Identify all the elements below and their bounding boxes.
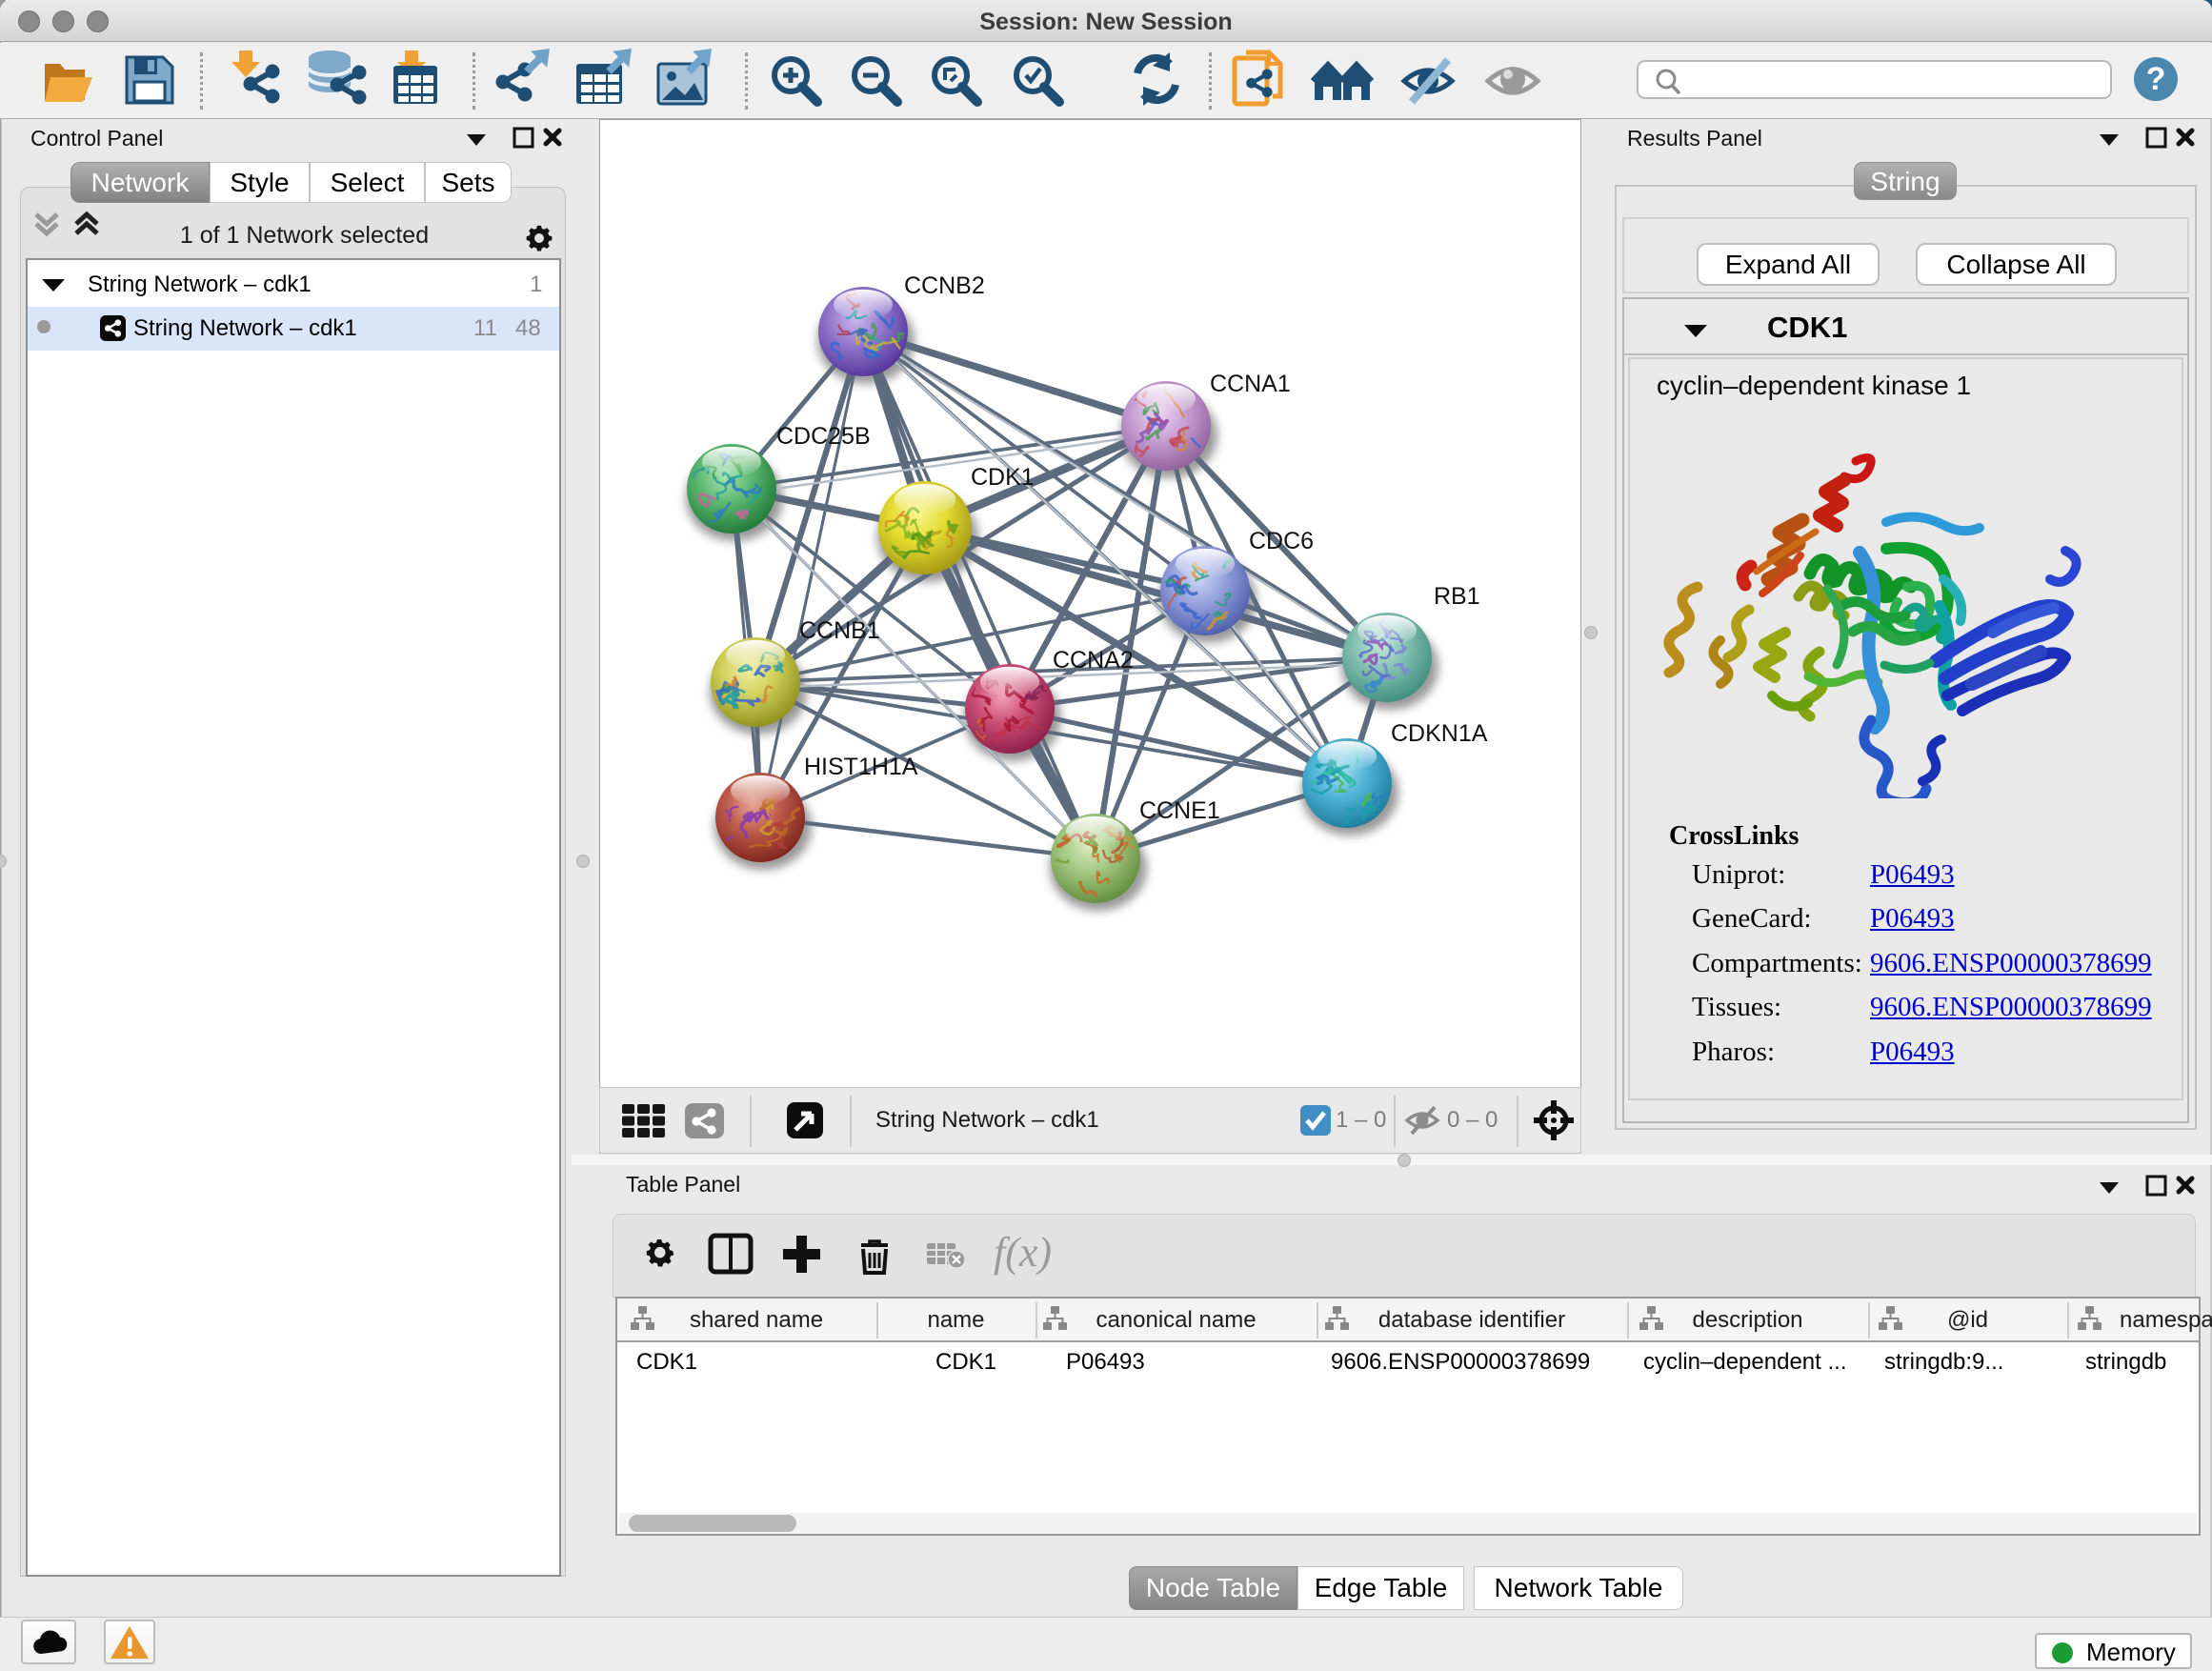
svg-text:CCNB1: CCNB1 (799, 617, 880, 644)
svg-text:CCNE1: CCNE1 (1139, 797, 1220, 824)
svg-text:HIST1H1A: HIST1H1A (804, 754, 918, 780)
svg-text:CCNB2: CCNB2 (904, 272, 985, 299)
svg-text:CCNA1: CCNA1 (1210, 371, 1291, 397)
svg-text:CDC25B: CDC25B (776, 423, 871, 450)
svg-text:CDKN1A: CDKN1A (1391, 720, 1488, 747)
svg-text:CCNA2: CCNA2 (1053, 647, 1134, 674)
svg-text:CDK1: CDK1 (971, 464, 1035, 491)
svg-text:CDC6: CDC6 (1249, 528, 1314, 554)
svg-text:RB1: RB1 (1434, 583, 1480, 610)
svg-text:f(x): f(x) (994, 1229, 1052, 1276)
